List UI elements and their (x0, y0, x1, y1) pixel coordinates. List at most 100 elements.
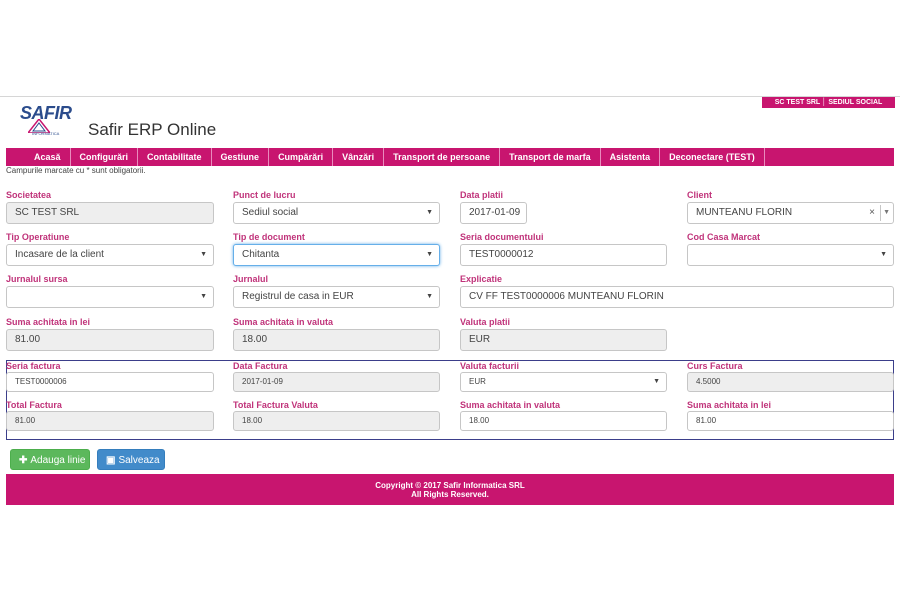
caret-down-icon: ▼ (200, 293, 207, 300)
seria-documentului-input[interactable]: TEST0000012 (460, 244, 667, 266)
invoice-suma-lei-input[interactable]: 81.00 (687, 411, 894, 431)
caret-down-icon[interactable]: ▼ (883, 203, 890, 223)
societatea-label: Societatea (6, 190, 52, 200)
seria-factura-field: Seria factura TEST0000006 (6, 361, 214, 392)
tip-document-field: Tip de document Chitanta ▼ (233, 232, 440, 266)
valuta-facturii-value: EUR (469, 377, 486, 386)
invoice-suma-lei-field: Suma achitata in lei 81.00 (687, 400, 894, 431)
suma-valuta-label: Suma achitata in valuta (233, 317, 334, 327)
cod-casa-label: Cod Casa Marcat (687, 232, 761, 242)
client-select[interactable]: MUNTEANU FLORIN × ▼ (687, 202, 894, 224)
explicatie-field: Explicatie CV FF TEST0000006 MUNTEANU FL… (460, 274, 894, 308)
nav-item-cumparari[interactable]: Cumpărări (269, 148, 334, 166)
save-button[interactable]: ▣ Salveaza (97, 449, 165, 470)
suma-valuta-input[interactable]: 18.00 (233, 329, 440, 351)
invoice-suma-valuta-input[interactable]: 18.00 (460, 411, 667, 431)
jurnalul-select[interactable]: Registrul de casa in EUR ▼ (233, 286, 440, 308)
explicatie-input[interactable]: CV FF TEST0000006 MUNTEANU FLORIN (460, 286, 894, 308)
caret-down-icon: ▼ (653, 378, 660, 385)
jurnalul-sursa-field: Jurnalul sursa ▼ (6, 274, 214, 308)
tip-document-label: Tip de document (233, 232, 305, 242)
suma-lei-label: Suma achitata in lei (6, 317, 91, 327)
caret-down-icon: ▼ (426, 251, 433, 258)
data-factura-input[interactable]: 2017-01-09 (233, 372, 440, 392)
company-badge[interactable]: SC TEST SRL │ SEDIUL SOCIAL (762, 97, 895, 108)
jurnalul-field: Jurnalul Registrul de casa in EUR ▼ (233, 274, 440, 308)
required-fields-note: Campurile marcate cu * sunt obligatorii. (6, 166, 146, 175)
client-separator (880, 205, 881, 221)
tip-operatiune-value: Incasare de la client (15, 249, 104, 260)
jurnalul-value: Registrul de casa in EUR (242, 291, 354, 302)
nav-item-vanzari[interactable]: Vânzări (333, 148, 385, 166)
safir-logo: SAFIR INFORMATICA (18, 103, 82, 137)
tip-operatiune-select[interactable]: Incasare de la client ▼ (6, 244, 214, 266)
curs-factura-label: Curs Factura (687, 361, 743, 371)
invoice-suma-valuta-field: Suma achitata in valuta 18.00 (460, 400, 667, 431)
nav-item-transport-persoane[interactable]: Transport de persoane (384, 148, 501, 166)
nav-item-transport-marfa[interactable]: Transport de marfa (500, 148, 601, 166)
punct-lucru-label: Punct de lucru (233, 190, 296, 200)
jurnalul-sursa-select[interactable]: ▼ (6, 286, 214, 308)
caret-down-icon: ▼ (880, 251, 887, 258)
punct-lucru-select[interactable]: Sediul social ▼ (233, 202, 440, 224)
footer-rights: All Rights Reserved. (411, 490, 489, 499)
seria-documentului-field: Seria documentului TEST0000012 (460, 232, 667, 266)
tip-operatiune-label: Tip Operatiune (6, 232, 70, 242)
suma-lei-input[interactable]: 81.00 (6, 329, 214, 351)
client-value: MUNTEANU FLORIN (696, 207, 793, 218)
valuta-facturii-field: Valuta facturii EUR ▼ (460, 361, 667, 392)
tip-operatiune-field: Tip Operatiune Incasare de la client ▼ (6, 232, 214, 266)
footer: Copyright © 2017 Safir Informatica SRL A… (6, 474, 894, 505)
valuta-facturii-select[interactable]: EUR ▼ (460, 372, 667, 392)
caret-down-icon: ▼ (426, 209, 433, 216)
seria-documentului-label: Seria documentului (460, 232, 544, 242)
cod-casa-select[interactable]: ▼ (687, 244, 894, 266)
data-factura-label: Data Factura (233, 361, 288, 371)
curs-factura-field: Curs Factura 4.5000 (687, 361, 894, 392)
app-title: Safir ERP Online (88, 120, 217, 139)
data-platii-field: Data platii 2017-01-09 (460, 190, 527, 224)
plus-icon: ✚ (19, 455, 28, 466)
valuta-platii-field: Valuta platii EUR (460, 317, 667, 351)
nav-item-asistenta[interactable]: Asistenta (601, 148, 661, 166)
suma-valuta-field: Suma achitata in valuta 18.00 (233, 317, 440, 351)
nav-item-acasa[interactable]: Acasă (6, 148, 71, 166)
nav-item-gestiune[interactable]: Gestiune (212, 148, 270, 166)
data-factura-field: Data Factura 2017-01-09 (233, 361, 440, 392)
floppy-disk-icon: ▣ (106, 455, 116, 466)
footer-copyright: Copyright © 2017 Safir Informatica SRL (375, 481, 525, 490)
main-nav: Acasă Configurări Contabilitate Gestiune… (6, 148, 894, 166)
total-factura-input[interactable]: 81.00 (6, 411, 214, 431)
societatea-input[interactable]: SC TEST SRL (6, 202, 214, 224)
societatea-field: Societatea SC TEST SRL (6, 190, 214, 224)
add-line-button[interactable]: ✚ Adauga linie (10, 449, 90, 470)
total-factura-field: Total Factura 81.00 (6, 400, 214, 431)
nav-item-deconectare[interactable]: Deconectare (TEST) (660, 148, 765, 166)
tip-document-value: Chitanta (242, 249, 280, 260)
jurnalul-label: Jurnalul (233, 274, 269, 284)
punct-lucru-value: Sediul social (242, 207, 299, 218)
caret-down-icon: ▼ (426, 293, 433, 300)
nav-item-configurari[interactable]: Configurări (71, 148, 139, 166)
invoice-suma-lei-label: Suma achitata in lei (687, 400, 772, 410)
total-factura-valuta-input[interactable]: 18.00 (233, 411, 440, 431)
seria-factura-input[interactable]: TEST0000006 (6, 372, 214, 392)
punct-lucru-field: Punct de lucru Sediul social ▼ (233, 190, 440, 224)
total-factura-label: Total Factura (6, 400, 62, 410)
logo-subtitle: INFORMATICA (32, 131, 60, 136)
nav-item-contabilitate[interactable]: Contabilitate (138, 148, 212, 166)
cod-casa-field: Cod Casa Marcat ▼ (687, 232, 894, 266)
explicatie-label: Explicatie (460, 274, 503, 284)
curs-factura-input[interactable]: 4.5000 (687, 372, 894, 392)
caret-down-icon: ▼ (200, 251, 207, 258)
client-label: Client (687, 190, 713, 200)
tip-document-select[interactable]: Chitanta ▼ (233, 244, 440, 266)
data-platii-input[interactable]: 2017-01-09 (460, 202, 527, 224)
total-factura-valuta-label: Total Factura Valuta (233, 400, 318, 410)
invoice-suma-valuta-label: Suma achitata in valuta (460, 400, 561, 410)
close-icon[interactable]: × (869, 203, 875, 223)
valuta-platii-label: Valuta platii (460, 317, 511, 327)
seria-factura-label: Seria factura (6, 361, 61, 371)
valuta-platii-input[interactable]: EUR (460, 329, 667, 351)
suma-lei-field: Suma achitata in lei 81.00 (6, 317, 214, 351)
